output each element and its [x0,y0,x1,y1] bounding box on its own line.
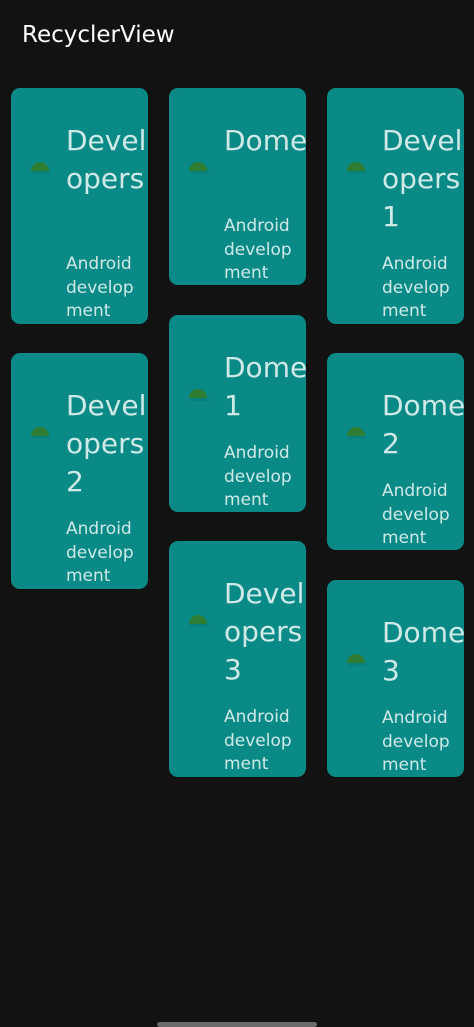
android-icon [347,427,367,439]
android-icon [347,162,367,174]
card-title: Developers [66,124,147,195]
card-subtitle: Android development [224,443,292,510]
card-subtitle: Android development [66,519,134,586]
android-icon [189,389,209,401]
card-item[interactable]: Developers Android development [11,88,148,324]
card-subtitle: Android development [382,481,450,548]
card-subtitle: Android development [224,707,292,774]
card-subtitle: Android development [224,216,292,283]
android-icon [347,654,367,666]
card-item[interactable]: Dome3 Android development [327,580,464,777]
card-title: Developers2 [66,389,147,498]
android-icon [31,427,51,439]
recycler-grid: Developers Android development Developer… [0,0,474,1027]
card-item[interactable]: Dome Android development [169,88,306,285]
card-item[interactable]: Dome1 Android development [169,315,306,512]
card-item[interactable]: Developers3 Android development [169,541,306,777]
android-icon [189,615,209,627]
card-subtitle: Android development [382,254,450,321]
android-icon [31,162,51,174]
card-title: Developers3 [224,577,305,686]
gesture-nav-handle[interactable] [157,1022,317,1027]
android-icon [189,162,209,174]
card-title: Developers1 [382,124,463,233]
card-subtitle: Android development [66,254,134,321]
card-item[interactable]: Developers2 Android development [11,353,148,589]
card-subtitle: Android development [382,708,450,775]
card-item[interactable]: Developers1 Android development [327,88,464,324]
card-title: Dome1 [224,351,306,422]
card-title: Dome [224,124,306,157]
card-item[interactable]: Dome2 Android development [327,353,464,550]
card-title: Dome2 [382,389,464,460]
card-title: Dome3 [382,616,464,687]
